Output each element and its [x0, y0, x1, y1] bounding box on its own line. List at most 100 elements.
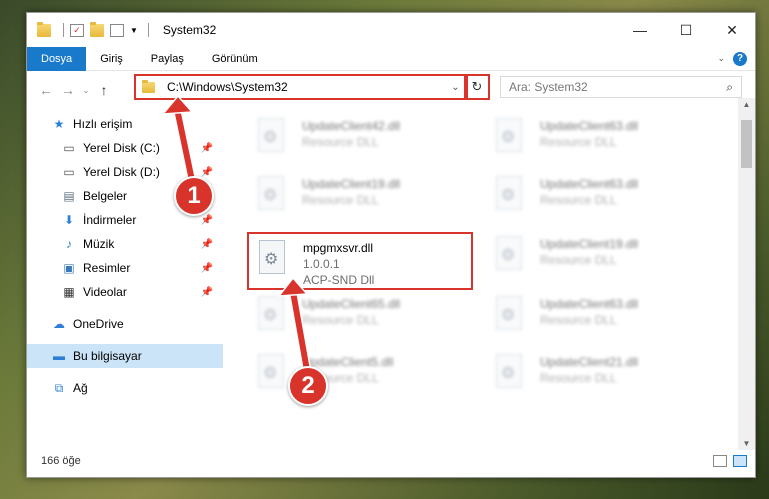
file-desc: Resource DLL — [540, 193, 617, 207]
forward-icon[interactable]: → — [57, 82, 79, 98]
maximize-button[interactable]: ☐ — [663, 13, 709, 47]
new-folder-icon[interactable] — [90, 21, 104, 37]
list-item[interactable]: UpdateClient21.dll Resource DLL — [490, 352, 710, 402]
tab-dosya[interactable]: Dosya — [27, 46, 87, 71]
pin-icon[interactable]: 📌 — [201, 239, 213, 250]
sidebar-item-label: OneDrive — [73, 317, 124, 331]
videos-icon: ▦ — [63, 285, 75, 299]
file-desc: Resource DLL — [302, 313, 379, 327]
list-item[interactable]: UpdateClient63.dll Resource DLL — [490, 294, 710, 344]
minimize-button[interactable]: — — [617, 13, 663, 47]
close-button[interactable]: ✕ — [709, 13, 755, 47]
file-desc: Resource DLL — [302, 135, 379, 149]
documents-icon: ▤ — [63, 189, 75, 203]
pin-icon[interactable]: 📌 — [201, 287, 213, 298]
quick-access-menu-icon[interactable] — [110, 23, 124, 37]
sidebar-item-label: Resimler — [83, 261, 131, 275]
sidebar-item-local-disk-c[interactable]: ▭ Yerel Disk (C:) 📌 — [27, 136, 223, 160]
help-icon[interactable]: ? — [733, 51, 747, 66]
scroll-down-icon[interactable]: ▼ — [738, 439, 755, 448]
dll-file-icon — [258, 118, 284, 152]
sidebar-item-label: Ağ — [73, 381, 88, 395]
sidebar-item-pictures[interactable]: ▣ Resimler 📌 — [27, 256, 223, 280]
tab-giris[interactable]: Giriş — [86, 47, 137, 71]
network-icon: ⧉ — [54, 380, 64, 395]
file-name: UpdateClient21.dll — [540, 355, 639, 369]
music-icon: ♪ — [66, 237, 72, 251]
folder-icon — [37, 21, 51, 37]
vertical-scrollbar[interactable]: ▲ ▼ — [738, 98, 755, 450]
star-icon: ★ — [53, 117, 65, 131]
dll-file-icon — [496, 118, 522, 152]
list-item[interactable]: UpdateClient63.dll Resource DLL — [490, 174, 710, 224]
large-icons-view-icon[interactable] — [733, 455, 747, 467]
tab-gorunum[interactable]: Görünüm — [198, 47, 272, 71]
list-item[interactable]: UpdateClient65.dll Resource DLL — [252, 294, 472, 344]
sidebar-item-music[interactable]: ♪ Müzik 📌 — [27, 232, 223, 256]
chevron-down-icon[interactable]: ▼ — [130, 26, 138, 35]
properties-icon[interactable]: ✓ — [70, 23, 84, 37]
chevron-down-icon[interactable]: ⌄ — [446, 81, 466, 93]
sidebar-item-onedrive[interactable]: ☁ OneDrive — [27, 312, 223, 336]
file-desc: Resource DLL — [540, 313, 617, 327]
sidebar-item-this-pc[interactable]: ▬ Bu bilgisayar — [27, 344, 223, 368]
item-count: 166 öğe — [41, 455, 81, 467]
file-desc: Resource DLL — [540, 253, 617, 267]
step-1-badge: 1 — [174, 176, 214, 216]
drive-icon: ▭ — [63, 141, 75, 155]
dll-file-icon — [259, 240, 285, 274]
sidebar-item-label: Hızlı erişim — [73, 117, 133, 131]
divider — [63, 23, 64, 37]
list-item[interactable]: UpdateClient63.dll Resource DLL — [490, 116, 710, 166]
file-name: UpdateClient65.dll — [302, 297, 401, 311]
computer-icon: ▬ — [53, 349, 65, 363]
pin-icon[interactable]: 📌 — [201, 215, 213, 226]
sidebar-item-videos[interactable]: ▦ Videolar 📌 — [27, 280, 223, 304]
up-icon[interactable]: ↑ — [93, 82, 115, 98]
highlighted-file[interactable]: mpgmxsvr.dll 1.0.0.1 ACP-SND Dll — [247, 232, 473, 290]
dll-file-icon — [258, 296, 284, 330]
sidebar-item-label: Yerel Disk (C:) — [83, 141, 160, 155]
file-name: UpdateClient19.dll — [302, 177, 401, 191]
file-desc: Resource DLL — [540, 371, 617, 385]
address-bar[interactable]: C:\Windows\System32 ⌄ — [134, 74, 468, 100]
file-version: 1.0.0.1 — [303, 257, 340, 271]
tab-paylas[interactable]: Paylaş — [137, 47, 198, 71]
step-2-badge: 2 — [288, 366, 328, 406]
scroll-up-icon[interactable]: ▲ — [738, 100, 755, 109]
search-input[interactable]: Ara: System32 ⌕ — [500, 76, 742, 98]
pin-icon[interactable]: 📌 — [201, 263, 213, 274]
list-item[interactable]: UpdateClient5.dllResource DLL — [252, 352, 472, 402]
list-item[interactable]: UpdateClient42.dll Resource DLL — [252, 116, 472, 166]
sidebar-item-quick-access[interactable]: ★ Hızlı erişim — [27, 112, 223, 136]
list-item[interactable]: UpdateClient19.dll Resource DLL — [252, 174, 472, 224]
status-bar: 166 öğe — [27, 448, 755, 474]
file-name: mpgmxsvr.dll — [303, 241, 374, 255]
sidebar-item-label: Bu bilgisayar — [73, 349, 142, 363]
dll-file-icon — [496, 296, 522, 330]
scroll-thumb[interactable] — [741, 120, 752, 168]
recent-locations-icon[interactable]: ⌄ — [79, 86, 93, 95]
file-desc: ACP-SND Dll — [303, 273, 375, 287]
cloud-icon: ☁ — [53, 317, 65, 331]
back-icon[interactable]: ← — [35, 82, 57, 98]
dll-file-icon — [496, 354, 522, 388]
pin-icon[interactable]: 📌 — [201, 143, 213, 154]
list-item[interactable]: UpdateClient19.dll Resource DLL — [490, 234, 710, 284]
title-bar: ✓ ▼ System32 — ☐ ✕ — [27, 13, 755, 47]
ribbon-tabs: Dosya Giriş Paylaş Görünüm ⌄ ? — [27, 46, 755, 71]
pin-icon[interactable]: 📌 — [201, 167, 213, 178]
search-icon: ⌕ — [726, 79, 733, 94]
dll-file-icon — [258, 354, 284, 388]
pictures-icon: ▣ — [63, 261, 75, 275]
sidebar-item-label: Yerel Disk (D:) — [83, 165, 160, 179]
dll-file-icon — [496, 236, 522, 270]
expand-ribbon-icon[interactable]: ⌄ — [717, 53, 725, 64]
refresh-button[interactable]: ↻ — [464, 74, 490, 100]
search-placeholder: Ara: System32 — [509, 80, 588, 94]
sidebar-item-network[interactable]: ⧉ Ağ — [27, 376, 223, 400]
address-path: C:\Windows\System32 — [167, 80, 288, 94]
dll-file-icon — [496, 176, 522, 210]
sidebar-item-label: İndirmeler — [83, 213, 137, 227]
details-view-icon[interactable] — [713, 455, 727, 467]
